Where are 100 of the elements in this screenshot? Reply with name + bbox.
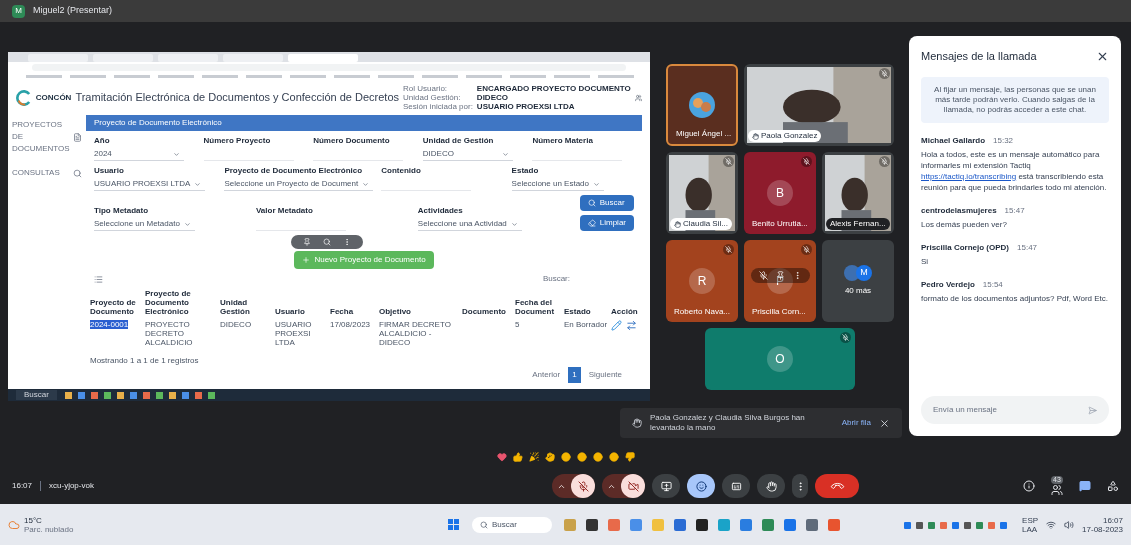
close-icon[interactable]: [879, 417, 890, 429]
table-cell-text: FIRMAR DECRETO ALCALDICIO - DIDECO: [379, 320, 452, 347]
start-icon[interactable]: [448, 518, 460, 531]
leave-call-button[interactable]: [815, 474, 859, 498]
message-text: Hola a todos, este es un mensaje automático para informarles mi extensión Tactiq https://tactiq.io/transcribing está transcribiendo esta reunión para que pueda brindarles todo mi atención.: [921, 148, 1108, 193]
dropdown[interactable]: Seleccione un Proyecto de Document: [224, 178, 374, 191]
activities-icon[interactable]: [1107, 480, 1119, 492]
message-author: centrodelasmujeres: [921, 204, 997, 217]
mic-off-icon: [577, 480, 589, 492]
clapping-hand-icon[interactable]: [544, 452, 555, 462]
column-header: Proyecto de Documento: [90, 298, 137, 316]
zoom-icon[interactable]: [323, 238, 331, 246]
hand-icon: [632, 418, 642, 428]
taskbar-search-field[interactable]: Buscar: [16, 390, 57, 400]
column-header: Fecha: [330, 307, 355, 316]
captions-button[interactable]: [722, 474, 750, 498]
page-length-icon[interactable]: [94, 274, 103, 284]
smiley-icon: [695, 480, 707, 492]
field-label: Número Proyecto: [203, 135, 272, 147]
avatar-letter: B: [767, 180, 793, 206]
dropdown[interactable]: USUARIO PROEXSI LTDA: [94, 178, 206, 191]
info-value: ENCARGADO PROYECTO DOCUMENTO: [476, 84, 631, 93]
edit-icon[interactable]: [611, 320, 622, 331]
field-label: Unidad de Gestión: [422, 135, 495, 147]
search-icon: [480, 520, 488, 529]
search-label: Buscar:: [542, 273, 570, 285]
sidebar-item[interactable]: PROYECTOS DE DOCUMENTOS: [12, 119, 82, 155]
message-author: Michael Gallardo: [921, 134, 986, 147]
dropdown[interactable]: 2024: [94, 148, 184, 161]
search-button[interactable]: Buscar: [579, 195, 634, 211]
caret-icon: [362, 180, 370, 188]
page-button[interactable]: Anterior: [528, 367, 565, 383]
field-label: Actividades: [417, 205, 464, 217]
participant-name: Miguel Ángel ...: [675, 128, 733, 140]
party-popper-icon[interactable]: [528, 452, 539, 462]
page-button[interactable]: 1: [568, 367, 581, 383]
heart-icon[interactable]: [496, 452, 507, 462]
table-cell: 2024-0001: [90, 320, 129, 329]
message-author: Pedro Verdejo: [921, 278, 975, 291]
info-label: Unidad Gestión:: [403, 93, 462, 102]
more-icon[interactable]: [343, 238, 351, 246]
weather-label: Parc. nublado: [24, 524, 74, 534]
sidebar-item[interactable]: CONSULTAS: [12, 167, 82, 179]
transfer-icon[interactable]: [626, 320, 637, 331]
hand-button[interactable]: [757, 474, 785, 498]
message-text: Si: [921, 255, 930, 267]
caret-icon: [194, 180, 202, 188]
avatar-letter: M: [856, 265, 872, 281]
message-link[interactable]: https://tactiq.io/transcribing: [921, 171, 1017, 181]
present-screen-icon: [660, 480, 672, 492]
message-input[interactable]: Envía un mensaje: [921, 396, 1109, 424]
participant-name: Paola Gonzalez: [748, 130, 822, 142]
caret-icon: [183, 220, 191, 228]
field-label: Número Documento: [313, 135, 391, 147]
message-text: formato de los documentos adjuntos? Pdf, Word Etc.: [921, 292, 1109, 304]
caret-icon: [501, 150, 509, 158]
dropdown[interactable]: Seleccione un Estado: [511, 178, 604, 191]
column-header: Estado: [564, 307, 592, 316]
chat-icon[interactable]: [1079, 480, 1091, 492]
clock-time: 16:07: [1102, 515, 1123, 525]
dropdown[interactable]: Seleccione una Actividad: [417, 218, 522, 231]
present-button[interactable]: [652, 474, 680, 498]
participant-name: Alexis Fernan...: [826, 218, 890, 230]
microphone-control[interactable]: [552, 474, 595, 498]
column-header: Acción: [611, 307, 638, 316]
mute-icon[interactable]: [758, 271, 768, 280]
field-label: Usuario: [94, 165, 125, 177]
people-icon[interactable]: [1051, 484, 1063, 496]
column-header: Fecha del Document: [515, 298, 556, 316]
caret-icon: [173, 150, 180, 158]
clear-button[interactable]: Limpiar: [579, 215, 634, 231]
dropdown[interactable]: Seleccione un Metadato: [94, 218, 195, 231]
temperature: 15°C: [24, 515, 43, 525]
page-button[interactable]: Siguiente: [584, 367, 626, 383]
column-header: Proyecto de Documento Electrónico: [145, 289, 192, 316]
eraser-icon: [587, 219, 596, 227]
camera-off-icon: [627, 480, 639, 492]
table-cell: 5: [515, 320, 520, 329]
avatar-letter: O: [767, 346, 793, 372]
weather-icon: [8, 518, 20, 531]
captions-icon: [730, 480, 742, 492]
presenter-label: Miguel2 (Presentar): [33, 4, 113, 18]
column-header: Documento: [462, 307, 507, 316]
field-label: Tipo Metadato: [94, 205, 150, 217]
info-label: Rol Usuario:: [403, 84, 449, 93]
dropdown[interactable]: DIDECO: [422, 148, 513, 161]
info-icon[interactable]: [1023, 480, 1035, 492]
taskbar-search-field[interactable]: Buscar: [472, 516, 552, 533]
pin-icon[interactable]: [303, 238, 311, 246]
hand-icon: [752, 132, 759, 140]
info-value: USUARIO PROEXSI LTDA: [476, 102, 576, 111]
thumbs-down-icon[interactable]: [624, 452, 635, 462]
open-queue-link[interactable]: Abrir fila: [841, 417, 871, 429]
volume-icon: [1064, 519, 1075, 530]
more-button[interactable]: [792, 474, 808, 498]
thumbs-up-icon[interactable]: [512, 452, 523, 462]
reactions-button[interactable]: [687, 474, 715, 498]
camera-control[interactable]: [602, 474, 645, 498]
avatar-icon: [844, 265, 860, 281]
table-cell-text: PROYECTO DECRETO ALCALDICIO: [145, 320, 194, 347]
